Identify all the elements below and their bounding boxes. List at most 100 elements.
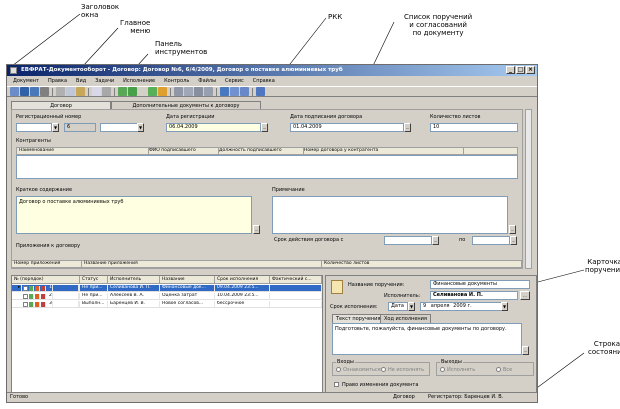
summary-field[interactable]: Договор о поставке алюминиевых труб [16, 196, 252, 234]
change-rights-checkbox[interactable] [334, 382, 339, 387]
table-row[interactable]: ▸ 1 Не при... Селиванова И. П. Финансовы… [12, 285, 322, 292]
note-label: Примечание [272, 187, 305, 193]
menu-help[interactable]: Справка [253, 78, 275, 84]
chevron-down-icon[interactable]: ▼ [408, 302, 415, 311]
attach-icon[interactable] [102, 87, 111, 96]
reg-number-field[interactable]: 6 [64, 123, 96, 132]
tab-order-text[interactable]: Текст поручения [332, 314, 385, 323]
note-field[interactable] [272, 196, 508, 234]
input-option-no-execute[interactable] [381, 367, 386, 372]
history-icon[interactable] [240, 87, 249, 96]
due-date-field[interactable]: 9 апреля 2009 г. [420, 302, 502, 311]
input-option-none[interactable] [336, 367, 341, 372]
col-order-name[interactable]: Название [160, 276, 215, 283]
col-fact[interactable]: Фактический с... [270, 276, 322, 283]
col-name[interactable]: Наименование [19, 148, 149, 154]
executor-field[interactable]: Селиванова И. П. [430, 291, 518, 300]
sheets-label: Количество листов [430, 114, 481, 120]
order-text-edit-button[interactable]: ... [522, 346, 529, 355]
close-button[interactable]: × [526, 66, 535, 74]
due-type-select[interactable]: Дата [388, 302, 408, 311]
menu-tasks[interactable]: Задачи [95, 78, 114, 84]
expand-icon[interactable] [23, 301, 28, 307]
col-order-num[interactable]: № (порядок) [12, 276, 80, 283]
settings-icon[interactable] [256, 87, 265, 96]
window-title-bar[interactable]: ЕВФРАТ-Документооборот - Договор: Догово… [7, 65, 537, 76]
col-attachment-sheets[interactable]: Количество листов [322, 261, 522, 267]
date-picker-button[interactable]: ... [510, 236, 517, 245]
output-option-execute[interactable] [440, 367, 445, 372]
annotation-rkk: РКК [328, 13, 343, 21]
grid-icon[interactable] [184, 87, 193, 96]
copy-icon[interactable] [66, 87, 75, 96]
cut-icon[interactable] [56, 87, 65, 96]
order-name-field[interactable]: Финансовые документы [430, 280, 530, 289]
term-from-field[interactable] [384, 236, 432, 245]
reg-suffix-field[interactable] [100, 123, 138, 132]
col-status[interactable]: Статус [80, 276, 108, 283]
control-icon[interactable] [158, 87, 167, 96]
task-icon[interactable] [128, 87, 137, 96]
menu-control[interactable]: Контроль [164, 78, 189, 84]
expand-icon[interactable] [23, 285, 28, 291]
tab-execution-history[interactable]: Ход исполнения [380, 314, 431, 323]
assign-icon[interactable] [148, 87, 157, 96]
col-due[interactable]: Срок исполнения [215, 276, 270, 283]
properties-icon[interactable] [92, 87, 101, 96]
reg-prefix-field[interactable] [16, 123, 52, 132]
save-icon[interactable] [20, 87, 29, 96]
annotation-order-card: Карточка поручения [585, 258, 620, 274]
order-text-field[interactable]: Подготовьте, пожалуйста, финансовые доку… [332, 323, 522, 355]
summary-edit-button[interactable]: ... [253, 225, 260, 234]
chevron-down-icon[interactable]: ▼ [137, 123, 144, 132]
table-row[interactable]: 2 Не при... Алексеев В. А. Оценка затрат… [12, 293, 322, 300]
paste-icon[interactable] [76, 87, 85, 96]
order-status: Выполн... [80, 301, 108, 307]
reg-date-field[interactable]: 06.04.2009 [166, 123, 261, 132]
date-picker-button[interactable]: ... [432, 236, 439, 245]
menu-execution[interactable]: Исполнение [123, 78, 155, 84]
order-icon [29, 301, 34, 307]
chevron-down-icon[interactable]: ▼ [501, 302, 508, 311]
maximize-button[interactable]: □ [516, 66, 525, 74]
col-executor[interactable]: Исполнитель [108, 276, 160, 283]
order-type-icon [35, 285, 40, 291]
route-icon[interactable] [118, 87, 127, 96]
form-scrollbar[interactable] [525, 109, 532, 269]
menu-document[interactable]: Документ [13, 78, 39, 84]
col-signer[interactable]: ФИО подписавшего [149, 148, 219, 154]
col-signer-position[interactable]: Должность подписавшего [219, 148, 304, 154]
list-icon[interactable] [174, 87, 183, 96]
order-status: Не при... [80, 293, 108, 299]
table-icon[interactable] [194, 87, 203, 96]
menu-view[interactable]: Вид [76, 78, 86, 84]
print-icon[interactable] [40, 87, 49, 96]
executor-select-button[interactable]: ... [520, 291, 530, 300]
table-row[interactable]: 3 Выполн... Баренцев И. В. Новое согласо… [12, 301, 322, 308]
send-icon[interactable] [230, 87, 239, 96]
output-option-all[interactable] [496, 367, 501, 372]
menu-files[interactable]: Файлы [198, 78, 216, 84]
filter-icon[interactable] [204, 87, 213, 96]
contractors-grid[interactable] [16, 155, 518, 179]
col-contract-number[interactable]: Номер договора у контрагента [304, 148, 464, 154]
new-document-icon[interactable] [10, 87, 19, 96]
date-picker-button[interactable]: ... [404, 123, 411, 132]
col-attachment-number[interactable]: Номер приложения [12, 261, 82, 267]
sign-date-field[interactable]: 01.04.2009 [290, 123, 404, 132]
chevron-down-icon[interactable]: ▼ [52, 123, 59, 132]
order-icon [29, 293, 34, 299]
date-picker-button[interactable]: ... [261, 123, 268, 132]
note-edit-button[interactable]: ... [509, 225, 516, 234]
arrow-down-icon[interactable] [138, 87, 147, 96]
output-all-label: Все [503, 367, 513, 373]
menu-edit[interactable]: Правка [48, 78, 67, 84]
save-all-icon[interactable] [30, 87, 39, 96]
refresh-icon[interactable] [220, 87, 229, 96]
sheets-field[interactable]: 10 [430, 123, 518, 132]
minimize-button[interactable]: _ [506, 66, 515, 74]
expand-icon[interactable] [23, 293, 28, 299]
menu-service[interactable]: Сервис [225, 78, 244, 84]
term-to-field[interactable] [472, 236, 510, 245]
col-attachment-name[interactable]: Название приложения [82, 261, 322, 267]
